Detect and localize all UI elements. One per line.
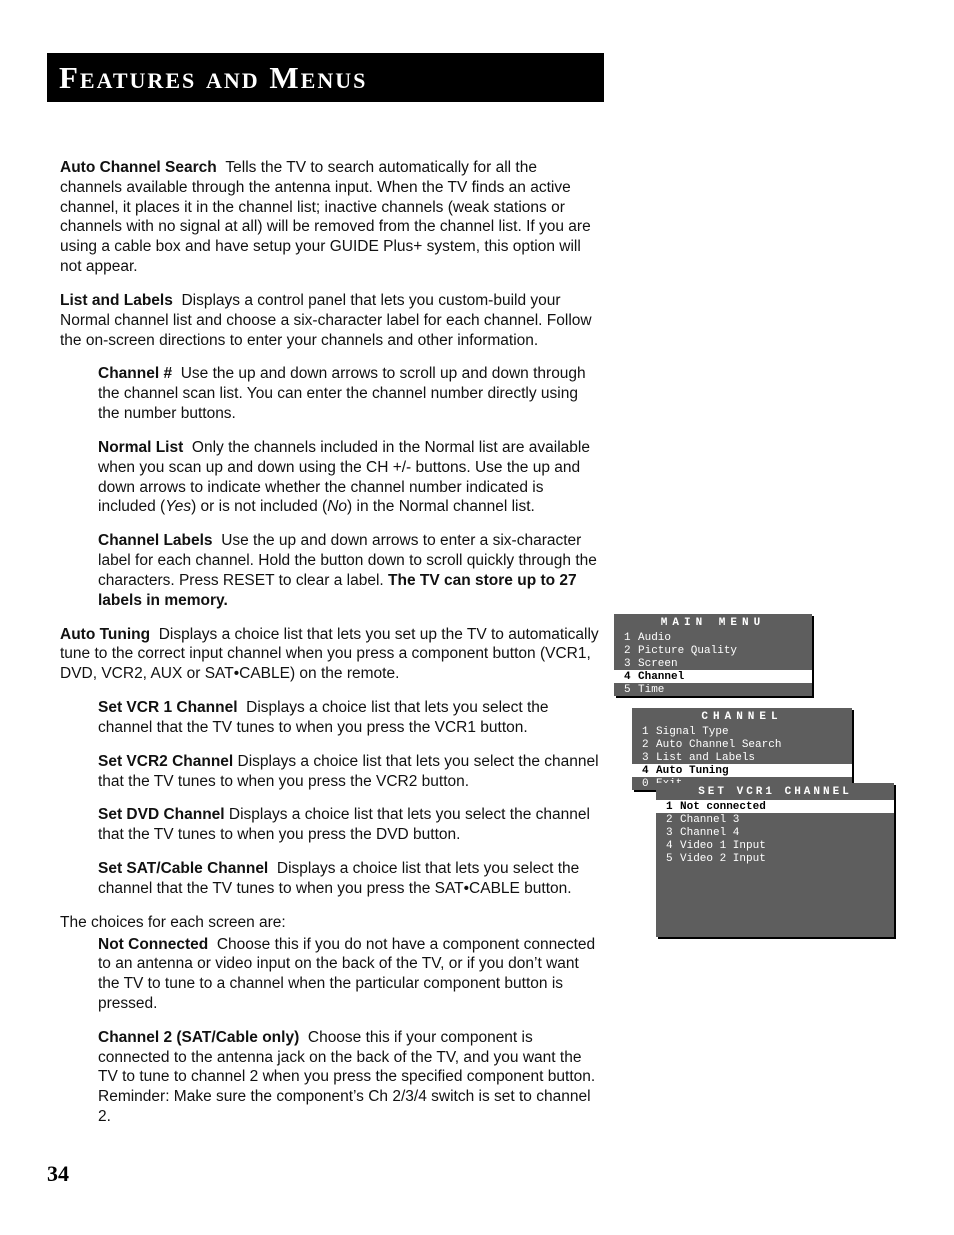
menu-set-vcr1: SET VCR1 CHANNEL 1Not connected 2Channel…	[656, 783, 894, 937]
para-channel-number: Channel # Use the up and down arrows to …	[98, 364, 600, 423]
menu-main-title: MAIN MENU	[614, 614, 812, 631]
leadin: Set DVD Channel	[98, 806, 225, 823]
text: Tells the TV to search automatically for…	[60, 159, 591, 275]
n: 5	[666, 853, 680, 865]
menu-channel: CHANNEL 1Signal Type 2Auto Channel Searc…	[632, 708, 852, 790]
l: Video 1 Input	[680, 840, 766, 852]
n: 2	[666, 814, 680, 826]
l: Not connected	[680, 801, 766, 813]
l: Screen	[638, 658, 678, 670]
no: No	[327, 498, 347, 515]
menu-row: 1Audio	[614, 631, 812, 644]
n: 3	[666, 827, 680, 839]
para-list-and-labels: List and Labels Displays a control panel…	[60, 291, 600, 350]
l: Video 2 Input	[680, 853, 766, 865]
l: Picture Quality	[638, 645, 737, 657]
leadin: Channel Labels	[98, 532, 213, 549]
n: 1	[624, 632, 638, 644]
para-set-sat: Set SAT/Cable Channel Displays a choice …	[98, 859, 600, 899]
menu-row: 1Signal Type	[632, 725, 852, 738]
menu-row-selected: 4Auto Tuning	[632, 764, 852, 777]
menu-channel-items: 1Signal Type 2Auto Channel Search 3List …	[632, 725, 852, 790]
leadin: Auto Channel Search	[60, 159, 217, 176]
leadin: Channel #	[98, 365, 172, 382]
text: ) in the Normal channel list.	[347, 498, 535, 515]
n: 5	[624, 684, 638, 696]
n: 3	[624, 658, 638, 670]
l: Audio	[638, 632, 671, 644]
n: 4	[642, 765, 656, 777]
para-set-vcr1: Set VCR 1 Channel Displays a choice list…	[98, 698, 600, 738]
n: 2	[642, 739, 656, 751]
l: Auto Tuning	[656, 765, 729, 777]
menu-row: 5Time	[614, 683, 812, 696]
page-number: 34	[47, 1161, 69, 1187]
menu-row: 5Video 2 Input	[656, 852, 894, 865]
menu-row: 2Channel 3	[656, 813, 894, 826]
para-auto-channel-search: Auto Channel Search Tells the TV to sear…	[60, 158, 600, 277]
leadin: Set VCR2 Channel	[98, 753, 233, 770]
text: Use the up and down arrows to scroll up …	[98, 365, 586, 422]
para-auto-tuning: Auto Tuning Displays a choice list that …	[60, 625, 600, 684]
menu-main: MAIN MENU 1Audio 2Picture Quality 3Scree…	[614, 614, 812, 696]
n: 2	[624, 645, 638, 657]
para-set-dvd: Set DVD Channel Displays a choice list t…	[98, 805, 600, 845]
leadin: Set SAT/Cable Channel	[98, 860, 268, 877]
menu-vcr1-items: 1Not connected 2Channel 3 3Channel 4 4Vi…	[656, 800, 894, 865]
para-normal-list: Normal List Only the channels included i…	[98, 438, 600, 517]
l: Signal Type	[656, 726, 729, 738]
n: 1	[642, 726, 656, 738]
leadin: Not Connected	[98, 936, 208, 953]
l: Channel 3	[680, 814, 739, 826]
leadin: List and Labels	[60, 292, 173, 309]
menu-row-selected: 1Not connected	[656, 800, 894, 813]
leadin: Channel 2 (SAT/Cable only)	[98, 1029, 299, 1046]
menu-row: 3List and Labels	[632, 751, 852, 764]
l: Channel	[638, 671, 684, 683]
l: Channel 4	[680, 827, 739, 839]
para-choices-intro: The choices for each screen are:	[60, 913, 600, 933]
text: ) or is not included (	[191, 498, 327, 515]
leadin: Set VCR 1 Channel	[98, 699, 238, 716]
body-content: Auto Channel Search Tells the TV to sear…	[60, 158, 600, 1141]
n: 0	[642, 778, 656, 790]
n: 4	[666, 840, 680, 852]
para-set-vcr2: Set VCR2 Channel Displays a choice list …	[98, 752, 600, 792]
n: 4	[624, 671, 638, 683]
para-channel-2: Channel 2 (SAT/Cable only) Choose this i…	[98, 1028, 600, 1127]
n: 3	[642, 752, 656, 764]
leadin: Auto Tuning	[60, 626, 150, 643]
menu-row: 3Screen	[614, 657, 812, 670]
l: Time	[638, 684, 664, 696]
menu-row: 2Auto Channel Search	[632, 738, 852, 751]
n: 1	[666, 801, 680, 813]
menu-row: 3Channel 4	[656, 826, 894, 839]
menu-channel-title: CHANNEL	[632, 708, 852, 725]
para-channel-labels: Channel Labels Use the up and down arrow…	[98, 531, 600, 610]
l: Auto Channel Search	[656, 739, 781, 751]
l: List and Labels	[656, 752, 755, 764]
menu-row: 4Video 1 Input	[656, 839, 894, 852]
yes: Yes	[165, 498, 191, 515]
menu-row-selected: 4Channel	[614, 670, 812, 683]
section-title: Features and Menus	[47, 53, 604, 102]
para-not-connected: Not Connected Choose this if you do not …	[98, 935, 600, 1014]
menu-row: 2Picture Quality	[614, 644, 812, 657]
menu-main-items: 1Audio 2Picture Quality 3Screen 4Channel…	[614, 631, 812, 696]
leadin: Normal List	[98, 439, 183, 456]
menu-vcr1-title: SET VCR1 CHANNEL	[656, 783, 894, 800]
